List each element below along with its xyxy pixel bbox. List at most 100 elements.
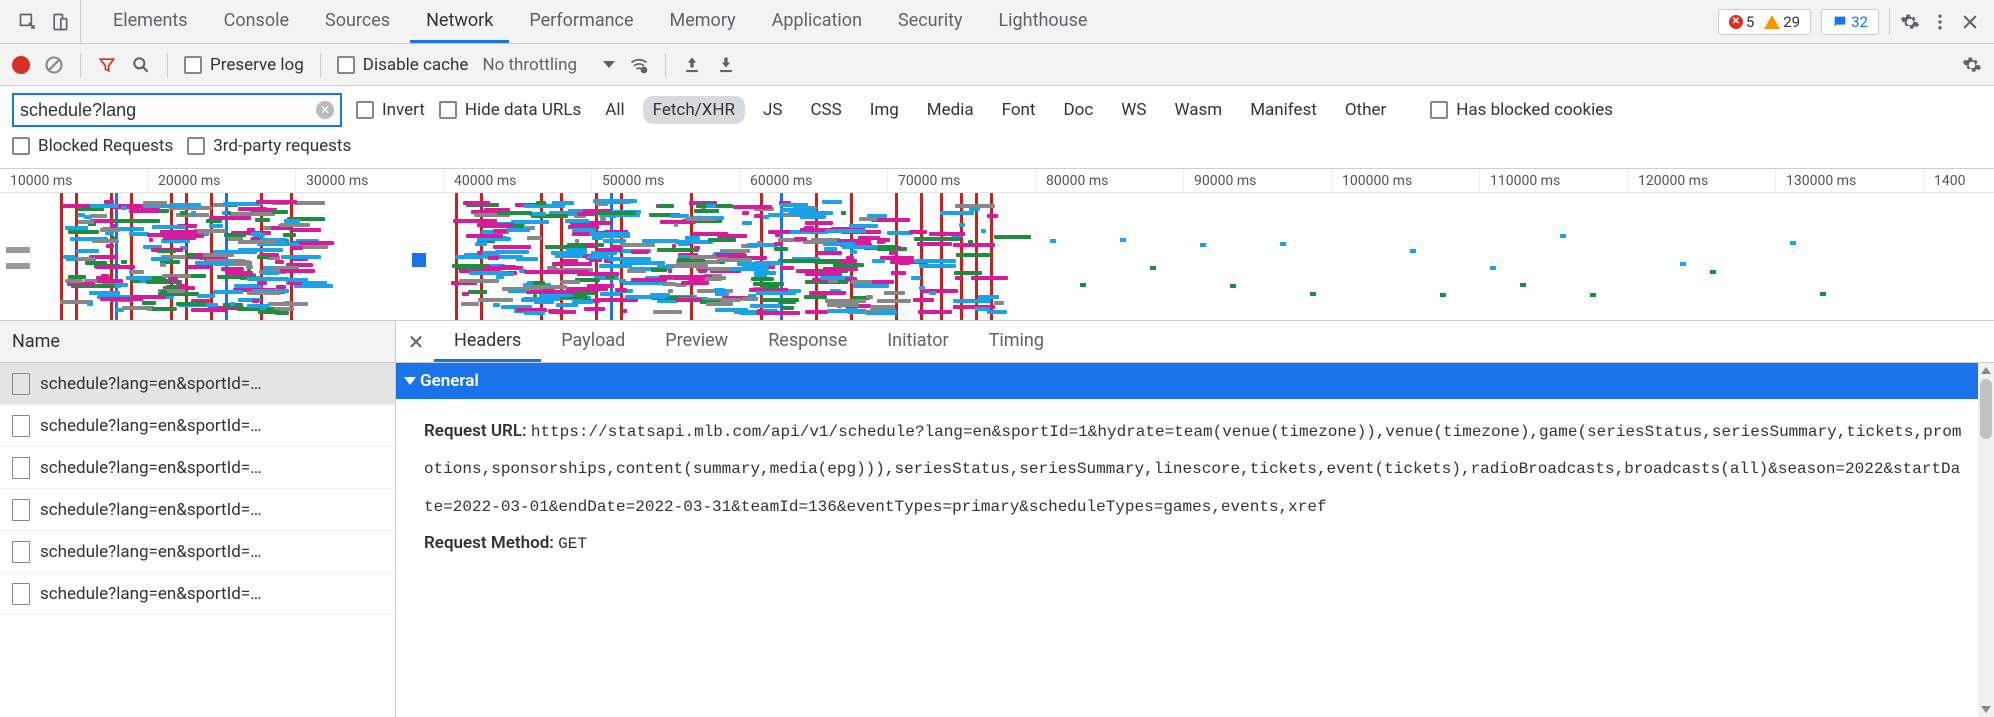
timeline-tick: 120000 ms: [1628, 169, 1776, 192]
main-tab-memory[interactable]: Memory: [654, 0, 752, 43]
timeline-body: [0, 193, 1994, 321]
network-conditions-icon[interactable]: [629, 55, 649, 75]
scroll-down-icon[interactable]: [1981, 706, 1991, 713]
type-filter-js[interactable]: JS: [753, 96, 792, 124]
request-row[interactable]: schedule?lang=en&sportId=…: [0, 489, 395, 531]
type-filter-css[interactable]: CSS: [800, 96, 851, 124]
settings-gear-icon[interactable]: [1962, 55, 1982, 75]
request-url-row: Request URL: https://statsapi.mlb.com/ap…: [424, 413, 1966, 525]
details-tab-response[interactable]: Response: [748, 321, 867, 362]
main-tab-elements[interactable]: Elements: [97, 0, 204, 43]
request-row[interactable]: schedule?lang=en&sportId=…: [0, 447, 395, 489]
document-icon: [12, 583, 30, 605]
blocked-cookies-checkbox[interactable]: Has blocked cookies: [1430, 100, 1613, 120]
download-icon[interactable]: [716, 55, 736, 75]
timeline-tick: 80000 ms: [1036, 169, 1184, 192]
request-name: schedule?lang=en&sportId=…: [40, 542, 261, 562]
details-tab-timing[interactable]: Timing: [969, 321, 1064, 362]
hide-data-urls-checkbox[interactable]: Hide data URLs: [439, 100, 581, 120]
disable-cache-checkbox[interactable]: Disable cache: [337, 55, 469, 75]
clear-icon[interactable]: [44, 55, 64, 75]
hide-data-urls-label: Hide data URLs: [465, 100, 581, 120]
type-filter-font[interactable]: Font: [992, 96, 1046, 124]
filter-input[interactable]: [20, 100, 316, 121]
scrollbar-thumb[interactable]: [1980, 379, 1992, 439]
third-party-checkbox[interactable]: 3rd-party requests: [187, 136, 351, 156]
main-tab-console[interactable]: Console: [208, 0, 305, 43]
type-filter-other[interactable]: Other: [1335, 96, 1396, 124]
close-details-icon[interactable]: ✕: [402, 330, 430, 354]
main-tab-network[interactable]: Network: [410, 0, 509, 43]
type-filter-doc[interactable]: Doc: [1054, 96, 1104, 124]
type-filter-ws[interactable]: WS: [1111, 96, 1156, 124]
type-filter-fetchxhr[interactable]: Fetch/XHR: [643, 96, 745, 124]
request-list-header[interactable]: Name: [0, 321, 395, 363]
warnings-badge[interactable]: 29: [1760, 13, 1804, 31]
request-method-row: Request Method: GET: [424, 525, 1966, 562]
type-filter-manifest[interactable]: Manifest: [1240, 96, 1327, 124]
type-filter-all[interactable]: All: [595, 96, 634, 124]
throttling-value: No throttling: [482, 55, 577, 75]
request-row[interactable]: schedule?lang=en&sportId=…: [0, 405, 395, 447]
search-icon[interactable]: [131, 55, 151, 75]
main-tab-performance[interactable]: Performance: [513, 0, 649, 43]
type-filter-img[interactable]: Img: [860, 96, 909, 124]
details-tab-headers[interactable]: Headers: [434, 321, 541, 362]
errors-count: 5: [1746, 13, 1754, 31]
general-section-header[interactable]: General: [396, 363, 1994, 399]
upload-icon[interactable]: [682, 55, 702, 75]
request-row[interactable]: schedule?lang=en&sportId=…: [0, 531, 395, 573]
checkbox-box: [439, 101, 457, 119]
general-section-title: General: [420, 371, 479, 391]
request-row[interactable]: schedule?lang=en&sportId=…: [0, 573, 395, 615]
main-tab-security[interactable]: Security: [882, 0, 978, 43]
request-name: schedule?lang=en&sportId=…: [40, 500, 261, 520]
checkbox-box: [356, 101, 374, 119]
filter-icon[interactable]: [97, 55, 117, 75]
gear-icon[interactable]: [1900, 12, 1920, 32]
request-name: schedule?lang=en&sportId=…: [40, 458, 261, 478]
scroll-up-icon[interactable]: [1981, 367, 1991, 374]
timeline-overview[interactable]: 10000 ms20000 ms30000 ms40000 ms50000 ms…: [0, 169, 1994, 321]
request-row[interactable]: schedule?lang=en&sportId=…: [0, 363, 395, 405]
more-icon[interactable]: [1930, 12, 1950, 32]
messages-badge[interactable]: 32: [1828, 13, 1872, 31]
details-tab-preview[interactable]: Preview: [645, 321, 748, 362]
messages-badge-group[interactable]: 32: [1821, 9, 1879, 35]
document-icon: [12, 499, 30, 521]
main-tab-lighthouse[interactable]: Lighthouse: [982, 0, 1103, 43]
blocked-requests-checkbox[interactable]: Blocked Requests: [12, 136, 173, 156]
chevron-down-icon: [603, 61, 615, 68]
filter-input-wrap[interactable]: ✕: [12, 93, 342, 127]
timeline-tick: 20000 ms: [148, 169, 296, 192]
general-section-body: Request URL: https://statsapi.mlb.com/ap…: [396, 399, 1994, 577]
type-filter-media[interactable]: Media: [917, 96, 984, 124]
errors-badge[interactable]: ✕ 5: [1725, 13, 1758, 31]
timeline-tick: 40000 ms: [444, 169, 592, 192]
checkbox-box: [184, 56, 202, 74]
checkbox-box: [337, 56, 355, 74]
timeline-tick: 90000 ms: [1184, 169, 1332, 192]
device-toggle-icon[interactable]: [50, 12, 70, 32]
clear-filter-icon[interactable]: ✕: [316, 101, 334, 119]
error-warning-badges[interactable]: ✕ 5 29: [1718, 9, 1811, 35]
preserve-log-checkbox[interactable]: Preserve log: [184, 55, 304, 75]
record-button[interactable]: [12, 56, 30, 74]
timeline-tick: 110000 ms: [1480, 169, 1628, 192]
toolbar-right: ✕ 5 29 32: [1718, 9, 1986, 35]
main-tab-application[interactable]: Application: [756, 0, 878, 43]
inspect-element-icon[interactable]: [18, 12, 38, 32]
invert-checkbox[interactable]: Invert: [356, 100, 425, 120]
main-tab-sources[interactable]: Sources: [309, 0, 406, 43]
details-tab-initiator[interactable]: Initiator: [867, 321, 968, 362]
timeline-tick: 70000 ms: [888, 169, 1036, 192]
type-filter-wasm[interactable]: Wasm: [1164, 96, 1232, 124]
divider: [1889, 9, 1890, 35]
checkbox-box: [12, 137, 30, 155]
details-scrollbar[interactable]: [1978, 363, 1994, 717]
throttling-select[interactable]: No throttling: [482, 55, 615, 75]
request-url-value: https://statsapi.mlb.com/api/v1/schedule…: [424, 423, 1962, 516]
details-tab-payload[interactable]: Payload: [541, 321, 645, 362]
request-name: schedule?lang=en&sportId=…: [40, 584, 261, 604]
close-icon[interactable]: [1960, 12, 1980, 32]
